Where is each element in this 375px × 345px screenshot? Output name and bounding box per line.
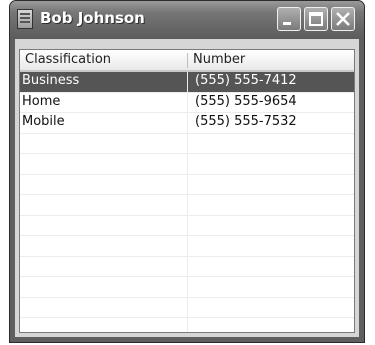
- title-bar[interactable]: Bob Johnson: [10, 1, 364, 39]
- list-header: Classification Number: [20, 50, 354, 72]
- phone-list[interactable]: Classification Number Business (555) 555…: [19, 49, 355, 333]
- window-title: Bob Johnson: [40, 9, 145, 27]
- row-number: (555) 555-9654: [195, 93, 297, 109]
- column-header-number[interactable]: Number: [193, 50, 245, 70]
- app-icon[interactable]: [17, 9, 33, 29]
- client-area: Classification Number Business (555) 555…: [15, 39, 359, 337]
- column-gridline: [187, 72, 188, 332]
- maximize-icon: [309, 12, 323, 26]
- window: Bob Johnson Classification Number Busine…: [9, 0, 365, 343]
- row-number: (555) 555-7532: [195, 114, 297, 129]
- column-header-classification[interactable]: Classification: [25, 50, 111, 70]
- maximize-button[interactable]: [304, 7, 328, 31]
- row-classification: Home: [22, 93, 61, 109]
- minimize-button[interactable]: [277, 7, 301, 31]
- row-number: (555) 555-7412: [195, 73, 297, 88]
- row-classification: Mobile: [22, 114, 65, 129]
- close-icon: [336, 12, 350, 26]
- close-button[interactable]: [331, 7, 355, 31]
- minimize-icon: [283, 22, 291, 25]
- row-classification: Business: [22, 73, 80, 88]
- column-divider[interactable]: [187, 53, 188, 68]
